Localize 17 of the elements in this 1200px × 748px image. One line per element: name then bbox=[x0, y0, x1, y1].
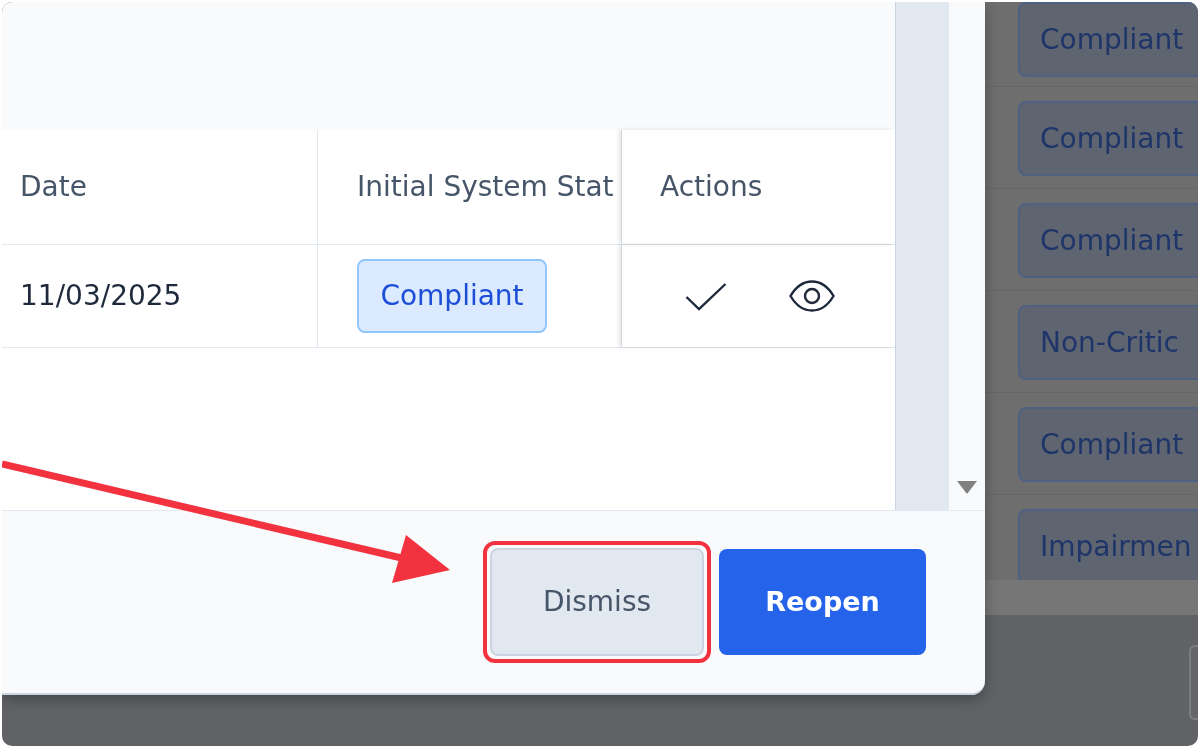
status-badge: Compliant bbox=[357, 259, 547, 333]
status-badge: Impairmen bbox=[1018, 509, 1198, 580]
status-badge: Compliant bbox=[1018, 203, 1198, 278]
status-badge: Compliant bbox=[1018, 2, 1198, 77]
table-cell: 11/03/2025 bbox=[2, 245, 318, 347]
status-badge: Non-Critic bbox=[1018, 305, 1198, 380]
column-header: Actions bbox=[622, 130, 895, 244]
column-header: Initial System Stat bbox=[318, 130, 622, 244]
scroll-down-arrow-icon[interactable] bbox=[957, 481, 977, 494]
column-header: Date bbox=[2, 130, 318, 244]
eye-icon[interactable] bbox=[789, 280, 835, 312]
check-icon[interactable] bbox=[685, 281, 727, 311]
dismiss-button[interactable]: Dismiss bbox=[490, 548, 704, 656]
reopen-button[interactable]: Reopen bbox=[719, 549, 926, 655]
status-badge: Compliant bbox=[1018, 407, 1198, 482]
scrollbar-thumb[interactable] bbox=[895, 2, 949, 510]
status-badge: Compliant bbox=[1018, 101, 1198, 176]
